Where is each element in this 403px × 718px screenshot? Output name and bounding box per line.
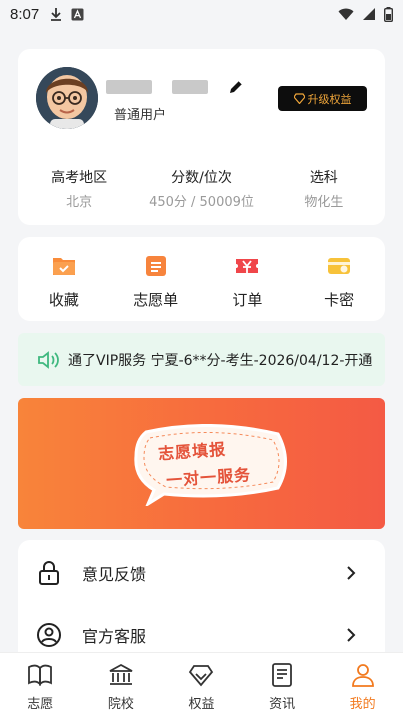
- list-item-label: 官方客服: [82, 627, 147, 646]
- school-icon: [109, 663, 133, 685]
- stat-value: 北京: [66, 195, 93, 210]
- nav-tab-label: 资讯: [269, 697, 296, 712]
- nav-tab-volunteer[interactable]: 志愿: [0, 653, 81, 718]
- nav-tab-label: 我的: [349, 697, 376, 712]
- app-notification-icon: [71, 8, 84, 20]
- chevron-right-icon: [347, 566, 356, 580]
- menu-item-card-key[interactable]: 卡密: [293, 237, 385, 321]
- stat-value: 450分 / 50009位: [149, 195, 254, 210]
- edit-pencil-icon[interactable]: [228, 79, 244, 95]
- nav-tab-mine[interactable]: 我的: [322, 653, 403, 718]
- chevron-right-icon: [347, 628, 356, 642]
- avatar[interactable]: [36, 67, 98, 129]
- stat-value: 物化生: [304, 195, 344, 210]
- upgrade-button[interactable]: 升级权益: [278, 86, 367, 111]
- menu-item-label: 志愿单: [133, 291, 179, 309]
- wifi-icon: [338, 8, 354, 20]
- card-icon: [328, 258, 351, 274]
- exam-stats[interactable]: 高考地区 北京 分数/位次 450分 / 50009位 选科 物化生: [18, 167, 385, 210]
- status-bar: 8:07: [0, 0, 403, 28]
- user-icon: [37, 623, 61, 647]
- menu-item-label: 收藏: [48, 291, 79, 309]
- download-icon: [51, 8, 62, 21]
- nav-tab-schools[interactable]: 院校: [81, 653, 162, 718]
- bottom-nav: 志愿 院校 权益 资讯 我的: [0, 652, 403, 718]
- marquee-text: 通了VIP服务 宁夏-6**分-考生-2026/04/12-开通: [68, 352, 373, 369]
- notice-marquee[interactable]: 通了VIP服务 宁夏-6**分-考生-2026/04/12-开通: [18, 333, 385, 386]
- username: [106, 79, 244, 95]
- menu-item-label: 卡密: [324, 291, 355, 309]
- nav-tab-label: 院校: [107, 697, 134, 712]
- menu-item-orders[interactable]: 订单: [202, 237, 294, 321]
- list-item-feedback[interactable]: 意见反馈: [18, 542, 385, 604]
- username-redacted: [172, 80, 208, 94]
- status-time: 8:07: [10, 5, 40, 23]
- list-icon: [145, 256, 166, 276]
- signal-icon: [363, 8, 375, 20]
- nav-tab-benefits[interactable]: 权益: [161, 653, 242, 718]
- menu-item-favorites[interactable]: 收藏: [18, 237, 110, 321]
- book-icon: [28, 664, 53, 687]
- diamond-icon: [189, 665, 214, 687]
- battery-icon: [384, 6, 393, 22]
- stat-label: 选科: [309, 170, 338, 186]
- menu-item-label: 订单: [232, 291, 263, 309]
- nav-tab-label: 志愿: [27, 697, 54, 712]
- speech-bubble: 志愿填报 一对一服务: [128, 424, 293, 506]
- diamond-icon: [293, 93, 305, 104]
- banner-line1: 志愿填报: [157, 439, 227, 464]
- nav-tab-news[interactable]: 资讯: [242, 653, 323, 718]
- profile-icon: [351, 664, 374, 687]
- nav-tab-label: 权益: [188, 697, 215, 712]
- user-type-label: 普通用户: [114, 108, 167, 123]
- service-banner[interactable]: 志愿填报 一对一服务: [18, 398, 385, 529]
- folder-icon: [52, 258, 75, 275]
- lock-icon: [39, 561, 59, 585]
- profile-card: 普通用户 升级权益 高考地区 北京 分数/位次 450分 / 50009位 选科…: [18, 49, 385, 225]
- upgrade-button-label: 升级权益: [307, 92, 352, 106]
- username-redacted: [106, 80, 152, 94]
- speaker-icon: [38, 350, 59, 369]
- stat-label: 分数/位次: [171, 170, 232, 186]
- ticket-icon: [236, 259, 259, 273]
- quick-menu: 收藏 志愿单 订单 卡密: [18, 237, 385, 321]
- avatar-image: [36, 67, 98, 129]
- news-icon: [272, 663, 292, 687]
- menu-item-plan-list[interactable]: 志愿单: [110, 237, 202, 321]
- stat-subjects: 选科 物化生: [263, 167, 385, 210]
- stat-region: 高考地区 北京: [18, 167, 140, 210]
- stat-score: 分数/位次 450分 / 50009位: [140, 167, 262, 210]
- stat-label: 高考地区: [51, 170, 108, 186]
- list-item-label: 意见反馈: [82, 565, 147, 584]
